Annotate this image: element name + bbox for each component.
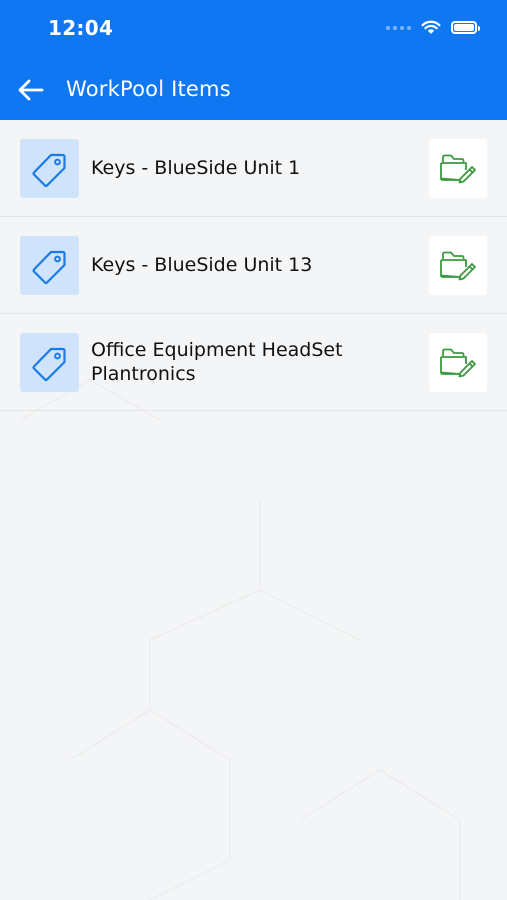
item-label: Office Equipment HeadSet Plantronics — [91, 339, 343, 385]
app-header: WorkPool Items — [0, 60, 507, 120]
page-title: WorkPool Items — [66, 77, 231, 101]
folder-edit-icon — [440, 154, 476, 183]
arrow-left-icon — [18, 79, 44, 101]
status-icons — [386, 20, 480, 35]
tag-icon — [32, 250, 66, 284]
item-label: Keys - BlueSide Unit 13 — [91, 254, 313, 276]
wifi-icon — [421, 20, 441, 34]
tag-icon-box — [20, 333, 79, 392]
back-button[interactable] — [12, 72, 50, 108]
status-bar: 12:04 — [0, 0, 507, 60]
tag-icon — [32, 153, 66, 187]
tag-icon-box — [20, 139, 79, 198]
battery-icon — [451, 21, 480, 34]
signal-dots-icon — [386, 25, 411, 30]
list-item[interactable]: Keys - BlueSide Unit 13 — [0, 217, 507, 314]
edit-item-button[interactable] — [429, 333, 487, 392]
tag-icon-box — [20, 236, 79, 295]
item-label: Keys - BlueSide Unit 1 — [91, 157, 301, 179]
list-item[interactable]: Office Equipment HeadSet Plantronics — [0, 314, 507, 411]
tag-icon — [32, 347, 66, 381]
folder-edit-icon — [440, 348, 476, 377]
list-item[interactable]: Keys - BlueSide Unit 1 — [0, 120, 507, 217]
edit-item-button[interactable] — [429, 236, 487, 295]
status-time: 12:04 — [48, 16, 114, 40]
workpool-item-list: Keys - BlueSide Unit 1 Keys - BlueSide U… — [0, 120, 507, 411]
folder-edit-icon — [440, 251, 476, 280]
edit-item-button[interactable] — [429, 139, 487, 198]
